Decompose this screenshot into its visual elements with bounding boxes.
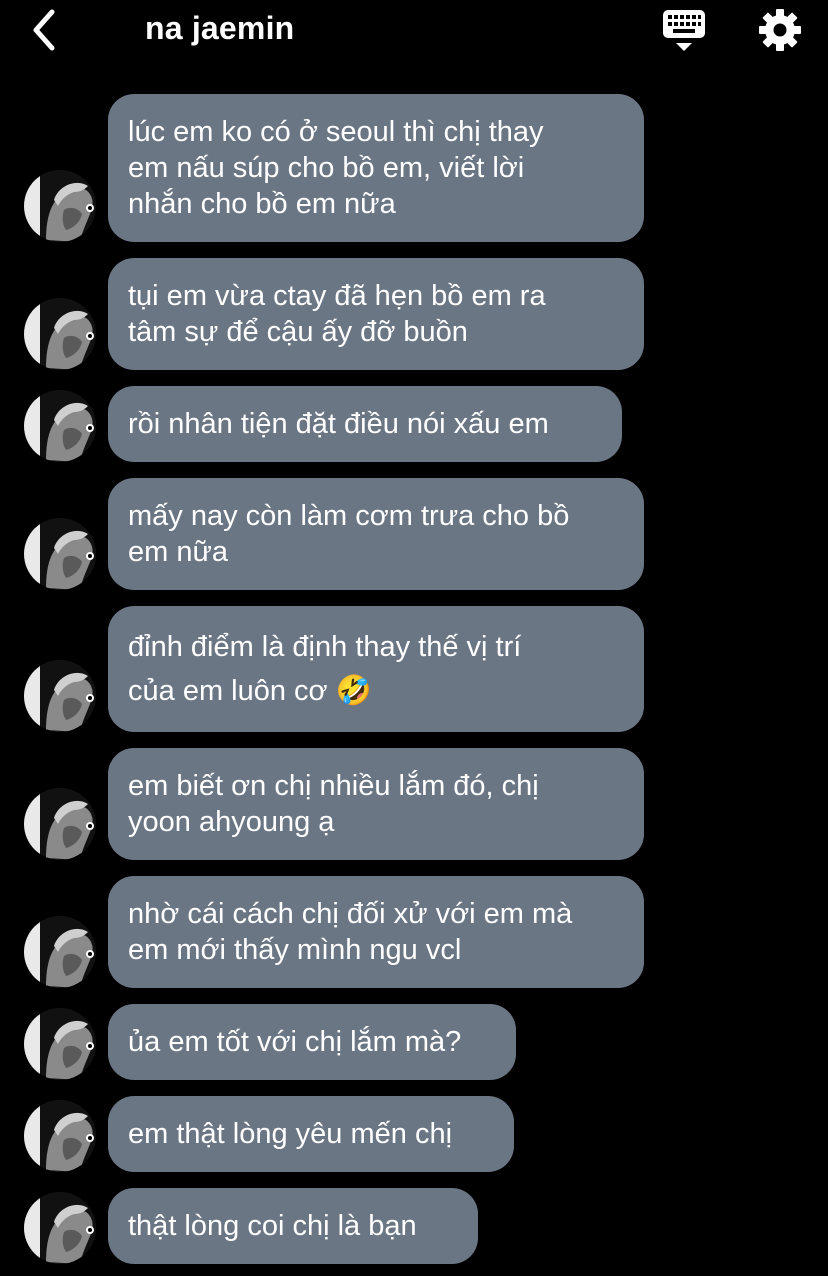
message-text: tụi em vừa ctay đã hẹn bồ em ra tâm sự đ… bbox=[128, 280, 546, 348]
avatar[interactable] bbox=[24, 1100, 96, 1172]
message-row: rồi nhân tiện đặt điều nói xấu em bbox=[0, 386, 828, 462]
message-text: rồi nhân tiện đặt điều nói xấu em bbox=[128, 408, 549, 440]
message-bubble[interactable]: tụi em vừa ctay đã hẹn bồ em ra tâm sự đ… bbox=[108, 258, 644, 370]
message-row: lúc em ko có ở seoul thì chị thay em nấu… bbox=[0, 94, 828, 242]
chevron-left-icon[interactable] bbox=[28, 8, 68, 52]
message-bubble[interactable]: em thật lòng yêu mến chị bbox=[108, 1096, 514, 1172]
message-row: tụi em vừa ctay đã hẹn bồ em ra tâm sự đ… bbox=[0, 258, 828, 370]
avatar[interactable] bbox=[24, 1192, 96, 1264]
message-text: ủa em tốt với chị lắm mà? bbox=[128, 1026, 462, 1058]
avatar[interactable] bbox=[24, 788, 96, 860]
message-text: đỉnh điểm là định thay thế vị trí của em… bbox=[128, 631, 522, 707]
message-row: nhờ cái cách chị đối xử với em mà em mới… bbox=[0, 876, 828, 988]
avatar[interactable] bbox=[24, 298, 96, 370]
avatar[interactable] bbox=[24, 518, 96, 590]
keyboard-dismiss-icon[interactable] bbox=[662, 8, 706, 52]
message-bubble[interactable]: rồi nhân tiện đặt điều nói xấu em bbox=[108, 386, 622, 462]
message-text: em thật lòng yêu mến chị bbox=[128, 1118, 453, 1150]
avatar[interactable] bbox=[24, 660, 96, 732]
message-row: đỉnh điểm là định thay thế vị trí của em… bbox=[0, 606, 828, 732]
message-row: em biết ơn chị nhiều lắm đó, chị yoon ah… bbox=[0, 748, 828, 860]
avatar[interactable] bbox=[24, 1008, 96, 1080]
avatar[interactable] bbox=[24, 390, 96, 462]
avatar[interactable] bbox=[24, 916, 96, 988]
message-row: thật lòng coi chị là bạn bbox=[0, 1188, 828, 1264]
message-bubble[interactable]: mấy nay còn làm cơm trưa cho bồ em nữa bbox=[108, 478, 644, 590]
message-bubble[interactable]: thật lòng coi chị là bạn bbox=[108, 1188, 478, 1264]
message-bubble[interactable]: đỉnh điểm là định thay thế vị trí của em… bbox=[108, 606, 644, 732]
message-text: nhờ cái cách chị đối xử với em mà em mới… bbox=[128, 898, 573, 966]
message-text: thật lòng coi chị là bạn bbox=[128, 1210, 417, 1242]
message-bubble[interactable]: lúc em ko có ở seoul thì chị thay em nấu… bbox=[108, 94, 644, 242]
message-row: mấy nay còn làm cơm trưa cho bồ em nữa bbox=[0, 478, 828, 590]
gear-icon[interactable] bbox=[756, 6, 804, 54]
message-bubble[interactable]: em biết ơn chị nhiều lắm đó, chị yoon ah… bbox=[108, 748, 644, 860]
message-row: ủa em tốt với chị lắm mà? bbox=[0, 1004, 828, 1080]
chat-header: na jaemin bbox=[0, 0, 828, 62]
message-bubble[interactable]: ủa em tốt với chị lắm mà? bbox=[108, 1004, 516, 1080]
chat-title: na jaemin bbox=[145, 10, 295, 46]
message-text: mấy nay còn làm cơm trưa cho bồ em nữa bbox=[128, 500, 570, 568]
message-text: lúc em ko có ở seoul thì chị thay em nấu… bbox=[128, 116, 544, 220]
message-bubble[interactable]: nhờ cái cách chị đối xử với em mà em mới… bbox=[108, 876, 644, 988]
message-row: em thật lòng yêu mến chị bbox=[0, 1096, 828, 1172]
avatar[interactable] bbox=[24, 170, 96, 242]
message-text: em biết ơn chị nhiều lắm đó, chị yoon ah… bbox=[128, 770, 539, 838]
